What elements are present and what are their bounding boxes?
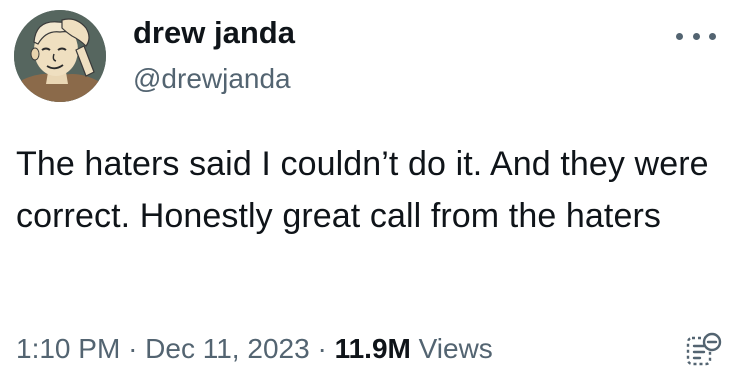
tweet-meta: 1:10 PM · Dec 11, 2023 · 11.9M Views: [16, 332, 493, 366]
more-horizontal-icon: [692, 32, 700, 40]
meta-separator: ·: [128, 333, 138, 364]
author-display-name[interactable]: drew janda: [133, 14, 295, 52]
tweet-date[interactable]: Dec 11, 2023: [145, 333, 310, 364]
author-avatar[interactable]: [14, 10, 106, 102]
author-handle[interactable]: @drewjanda: [133, 62, 291, 96]
analytics-icon[interactable]: [684, 330, 724, 370]
views-label: Views: [418, 333, 493, 364]
tweet: drew janda @drewjanda The haters said I …: [0, 0, 738, 385]
views-count: 11.9M: [334, 333, 411, 364]
more-options-button[interactable]: [676, 24, 716, 48]
more-horizontal-icon: [709, 32, 716, 40]
avatar-cartoon-boy-icon: [14, 10, 106, 102]
meta-separator: ·: [317, 333, 327, 364]
tweet-text: The haters said I couldn’t do it. And th…: [16, 145, 709, 235]
analytics-glyph: [686, 332, 722, 366]
tweet-time[interactable]: 1:10 PM: [16, 333, 120, 364]
more-horizontal-icon: [676, 32, 683, 40]
